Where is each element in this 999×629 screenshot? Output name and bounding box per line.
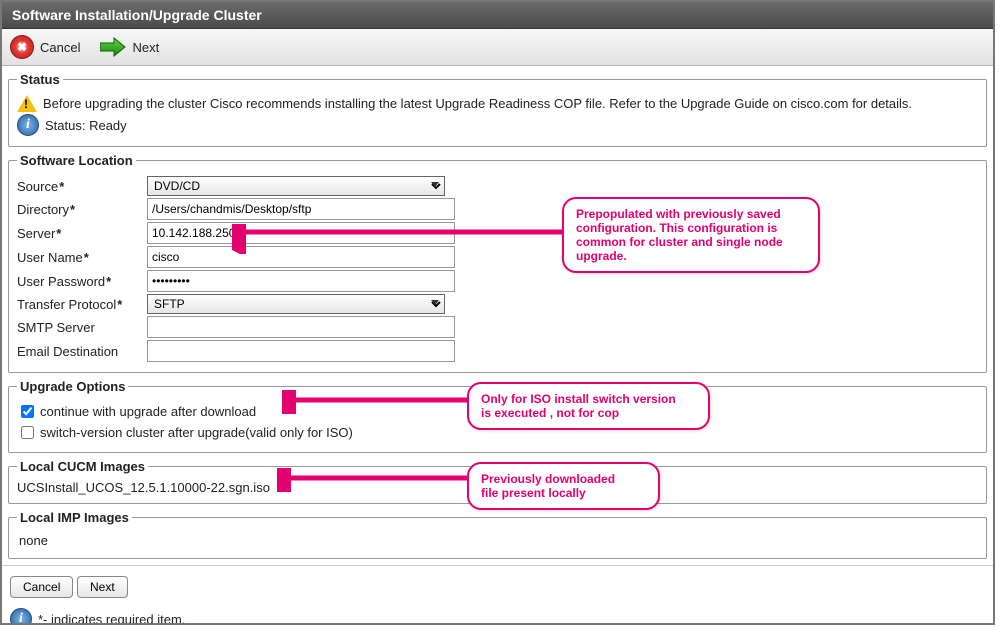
title-text: Software Installation/Upgrade Cluster <box>12 7 262 23</box>
upgrade-options-legend: Upgrade Options <box>17 379 128 394</box>
cancel-icon[interactable] <box>10 35 34 59</box>
continue-upgrade-label: continue with upgrade after download <box>40 404 256 419</box>
top-toolbar: Cancel Next <box>2 29 993 66</box>
continue-upgrade-checkbox[interactable] <box>21 405 34 418</box>
status-warning-text: Before upgrading the cluster Cisco recom… <box>43 96 912 111</box>
local-imp-item: none <box>17 531 978 550</box>
user-password-input[interactable] <box>147 270 455 292</box>
local-imp-legend: Local IMP Images <box>17 510 132 525</box>
source-select[interactable]: DVD/CD <box>147 176 445 196</box>
footer-info-icon <box>10 608 32 625</box>
software-location-fieldset: Software Location Source DVD/CD Director… <box>8 153 987 373</box>
smtp-server-input[interactable] <box>147 316 455 338</box>
status-ready-text: Status: Ready <box>45 118 127 133</box>
label-directory: Directory <box>17 202 147 217</box>
page-title: Software Installation/Upgrade Cluster <box>2 2 993 29</box>
bottom-button-bar: Cancel Next <box>2 570 993 604</box>
software-location-legend: Software Location <box>17 153 136 168</box>
label-user-name: User Name <box>17 250 147 265</box>
label-server: Server <box>17 226 147 241</box>
cancel-button[interactable]: Cancel <box>40 40 80 55</box>
status-legend: Status <box>17 72 63 87</box>
user-name-input[interactable] <box>147 246 455 268</box>
footer-note: *- indicates required item. <box>2 604 993 625</box>
directory-input[interactable] <box>147 198 455 220</box>
email-destination-input[interactable] <box>147 340 455 362</box>
server-input[interactable] <box>147 222 455 244</box>
next-button[interactable]: Next <box>132 40 159 55</box>
label-source: Source <box>17 179 147 194</box>
callout-prepopulated: Prepopulated with previously saved confi… <box>562 197 820 273</box>
warning-icon <box>17 95 37 112</box>
next-arrow-icon[interactable] <box>100 37 126 57</box>
footer-note-text: *- indicates required item. <box>38 612 185 626</box>
switch-version-label: switch-version cluster after upgrade(val… <box>40 425 353 440</box>
local-imp-fieldset: Local IMP Images none <box>8 510 987 559</box>
callout-iso-switch: Only for ISO install switch version is e… <box>467 382 710 430</box>
bottom-next-button[interactable]: Next <box>77 576 128 598</box>
info-icon <box>17 114 39 136</box>
label-transfer-protocol: Transfer Protocol <box>17 297 147 312</box>
label-user-password: User Password <box>17 274 147 289</box>
bottom-cancel-button[interactable]: Cancel <box>10 576 73 598</box>
switch-version-checkbox[interactable] <box>21 426 34 439</box>
label-smtp-server: SMTP Server <box>17 320 147 335</box>
label-email-destination: Email Destination <box>17 344 147 359</box>
local-cucm-legend: Local CUCM Images <box>17 459 148 474</box>
status-fieldset: Status Before upgrading the cluster Cisc… <box>8 72 987 147</box>
transfer-protocol-select[interactable]: SFTP <box>147 294 445 314</box>
callout-prev-download: Previously downloaded file present local… <box>467 462 660 510</box>
